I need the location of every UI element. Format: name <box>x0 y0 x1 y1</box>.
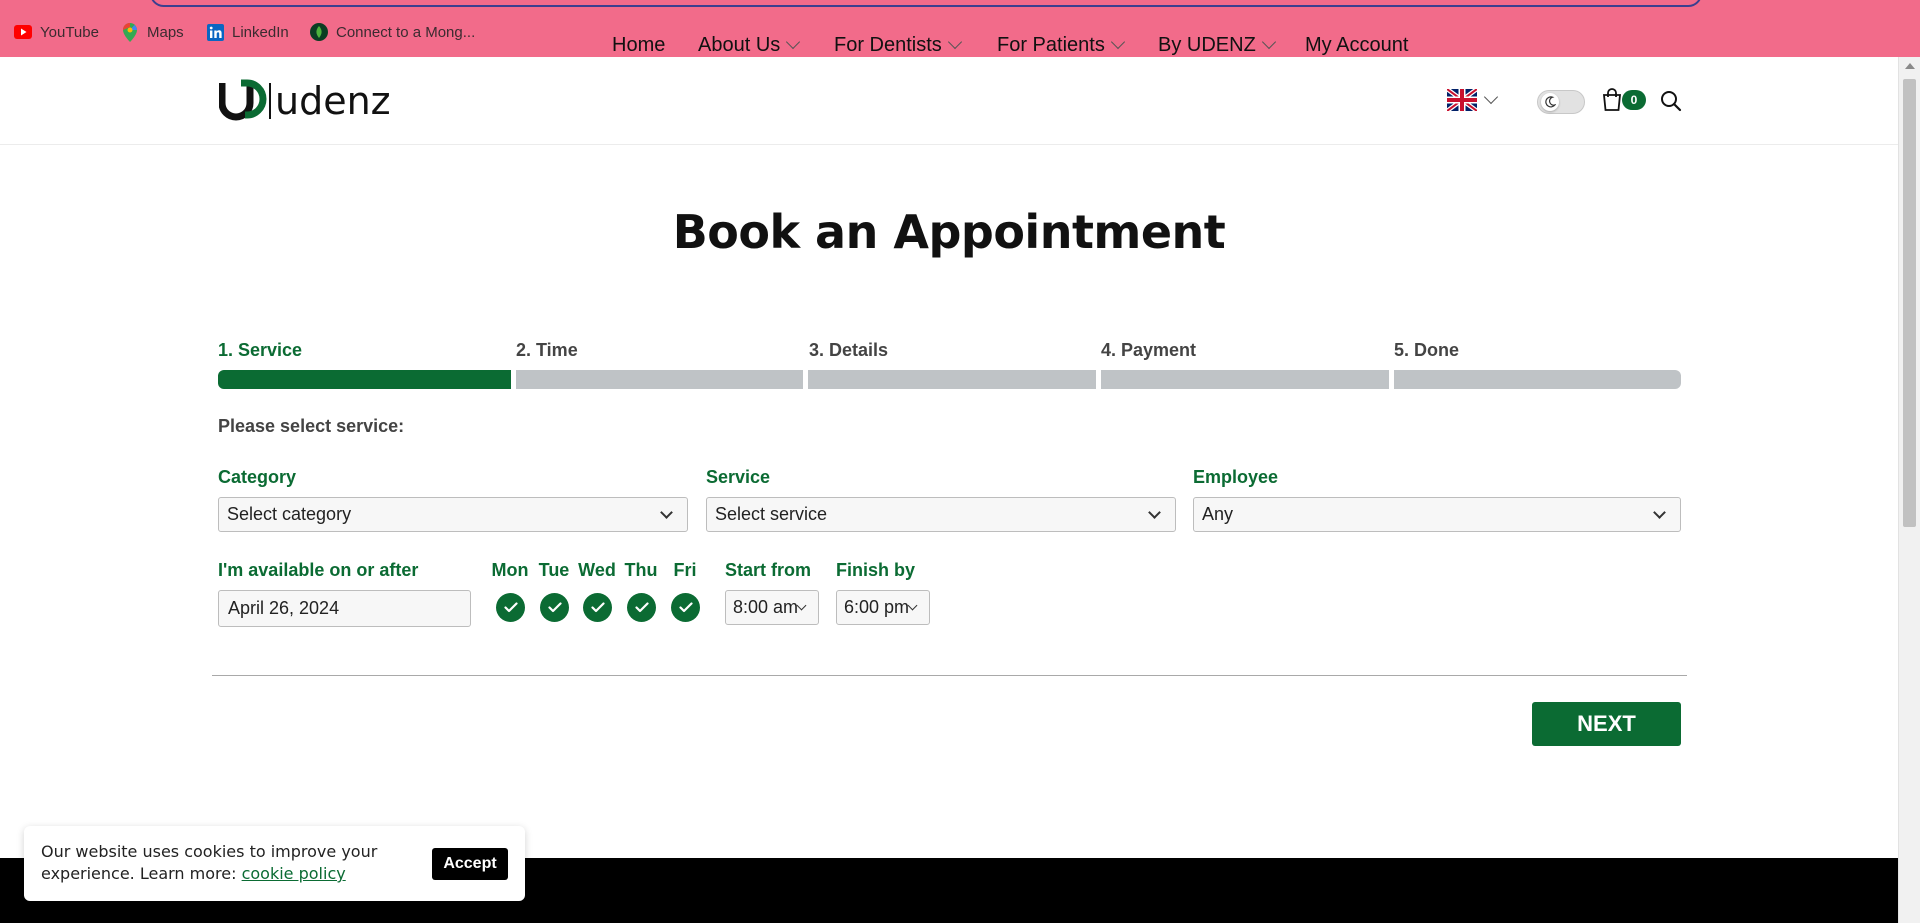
step-progress-payment <box>1101 370 1389 389</box>
nav-my-account[interactable]: My Account <box>1305 30 1408 60</box>
start-from-value: 8:00 am <box>733 597 799 617</box>
service-value: Select service <box>715 504 828 524</box>
linkedin-icon <box>206 23 224 41</box>
bookmark-label: YouTube <box>40 23 99 41</box>
moon-icon <box>1541 93 1559 111</box>
nav-label: By UDENZ <box>1158 33 1256 56</box>
chevron-down-icon <box>660 506 673 519</box>
uk-flag-icon[interactable] <box>1445 87 1479 113</box>
nav-label: For Patients <box>997 33 1105 56</box>
chevron-down-icon <box>786 34 801 50</box>
search-icon[interactable] <box>1660 90 1682 112</box>
udenz-logo[interactable]: udenz <box>218 79 391 123</box>
accept-cookies-button[interactable]: Accept <box>432 848 508 880</box>
bookmark-linkedin[interactable]: LinkedIn <box>206 22 289 42</box>
day-checkbox-thu[interactable] <box>627 593 656 622</box>
checkmark-icon <box>634 602 649 613</box>
dark-mode-toggle[interactable] <box>1537 90 1585 114</box>
employee-select[interactable]: Any <box>1193 497 1681 532</box>
category-select[interactable]: Select category <box>218 497 688 532</box>
scrollbar-thumb[interactable] <box>1903 79 1916 527</box>
mongodb-icon <box>310 23 328 41</box>
availability-label: I'm available on or after <box>218 560 419 580</box>
chevron-down-icon <box>1261 34 1276 50</box>
step-label-done: 5. Done <box>1394 340 1460 360</box>
start-from-label: Start from <box>725 560 812 580</box>
chevron-down-icon <box>1148 506 1161 519</box>
category-value: Select category <box>227 504 352 524</box>
scroll-up-arrow-icon[interactable] <box>1905 63 1915 69</box>
youtube-icon <box>14 23 32 41</box>
bookmark-label: LinkedIn <box>232 23 289 41</box>
day-label-fri: Fri <box>673 560 697 580</box>
cart-count-badge: 0 <box>1622 90 1646 110</box>
nav-about-us[interactable]: About Us <box>698 30 801 60</box>
form-divider <box>212 675 1687 676</box>
cookie-banner: Our website uses cookies to improve your… <box>24 826 525 901</box>
checkmark-icon <box>590 602 605 613</box>
step-label-service: 1. Service <box>218 340 303 360</box>
nav-label: My Account <box>1305 33 1409 56</box>
cookie-policy-link[interactable]: cookie policy <box>242 864 346 883</box>
step-label-payment: 4. Payment <box>1101 340 1197 360</box>
step-progress-time <box>516 370 803 389</box>
category-label: Category <box>218 467 297 487</box>
cart-icon[interactable] <box>1601 88 1623 112</box>
bookmark-youtube[interactable]: YouTube <box>14 22 99 42</box>
employee-value: Any <box>1202 504 1234 524</box>
nav-label: About Us <box>698 33 781 56</box>
step-label-time: 2. Time <box>516 340 578 360</box>
day-checkbox-fri[interactable] <box>671 593 700 622</box>
step-progress-done <box>1394 370 1681 389</box>
day-checkbox-wed[interactable] <box>583 593 612 622</box>
address-bar-edge <box>150 0 1702 7</box>
start-from-select[interactable]: 8:00 am <box>725 590 819 625</box>
availability-date-input[interactable]: April 26, 2024 <box>218 590 471 627</box>
checkmark-icon <box>547 602 562 613</box>
nav-label: Home <box>612 33 666 56</box>
finish-by-value: 6:00 pm <box>844 597 910 617</box>
chevron-down-icon <box>1653 506 1666 519</box>
step-progress-details <box>808 370 1096 389</box>
finish-by-label: Finish by <box>836 560 916 580</box>
maps-icon <box>121 22 139 42</box>
finish-by-select[interactable]: 6:00 pm <box>836 590 930 625</box>
udenz-logo-mark-icon <box>218 79 273 123</box>
nav-for-dentists[interactable]: For Dentists <box>834 30 962 60</box>
chevron-down-icon <box>947 34 962 50</box>
step-progress-service <box>218 370 511 389</box>
day-label-wed: Wed <box>578 560 616 580</box>
day-label-mon: Mon <box>491 560 529 580</box>
bookmark-label: Maps <box>147 23 184 41</box>
service-select[interactable]: Select service <box>706 497 1176 532</box>
day-checkbox-tue[interactable] <box>540 593 569 622</box>
nav-home[interactable]: Home <box>612 30 665 60</box>
nav-for-patients[interactable]: For Patients <box>997 30 1125 60</box>
step-label-details: 3. Details <box>809 340 889 360</box>
next-button[interactable]: NEXT <box>1532 702 1681 746</box>
day-checkbox-mon[interactable] <box>496 593 525 622</box>
logo-wordmark: udenz <box>275 79 391 123</box>
day-label-thu: Thu <box>624 560 658 580</box>
employee-label: Employee <box>1193 467 1279 487</box>
bookmark-label: Connect to a Mong... <box>336 23 476 41</box>
page-title: Book an Appointment <box>672 205 1226 259</box>
service-prompt: Please select service: <box>218 416 405 436</box>
nav-by-udenz[interactable]: By UDENZ <box>1158 30 1276 60</box>
bookmark-mongodb[interactable]: Connect to a Mong... <box>310 22 475 42</box>
checkmark-icon <box>503 602 518 613</box>
bookmarks-bar: YouTube Maps LinkedIn Connect to a Mong.… <box>0 0 1920 57</box>
checkmark-icon <box>678 602 693 613</box>
service-label: Service <box>706 467 771 487</box>
nav-label: For Dentists <box>834 33 942 56</box>
cookie-message: Our website uses cookies to improve your… <box>41 841 381 885</box>
bookmark-maps[interactable]: Maps <box>121 22 184 42</box>
chevron-down-icon <box>1110 34 1125 50</box>
page-scrollbar[interactable] <box>1898 57 1920 923</box>
